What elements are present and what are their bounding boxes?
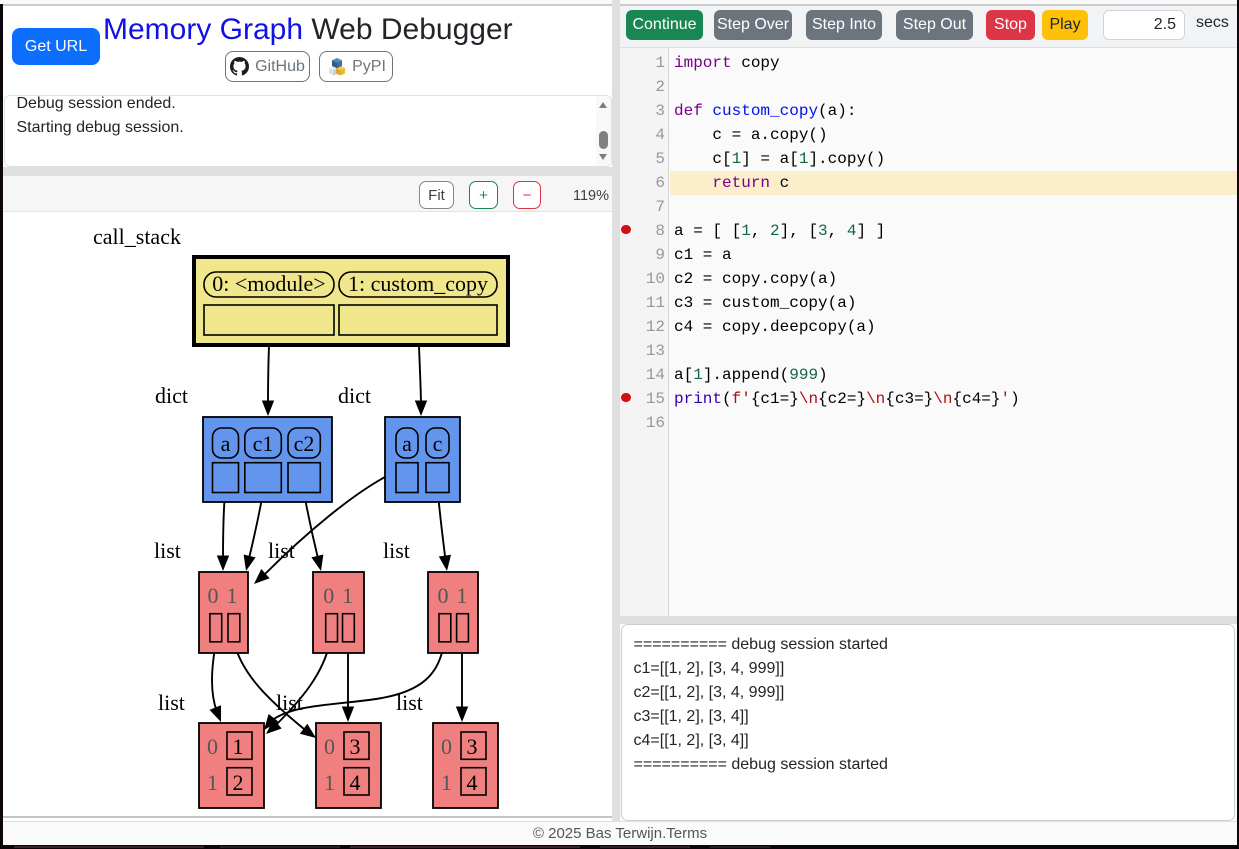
svg-text:1: 1	[207, 770, 218, 795]
svg-text:0: 0	[441, 734, 452, 759]
svg-text:1: custom_copy: 1: custom_copy	[348, 271, 488, 296]
svg-text:dict: dict	[155, 383, 188, 408]
svg-text:list: list	[276, 690, 303, 715]
svg-text:1: 1	[441, 770, 452, 795]
svg-text:1: 1	[457, 583, 468, 608]
svg-text:list: list	[383, 538, 410, 563]
svg-text:dict: dict	[338, 383, 371, 408]
svg-text:1: 1	[324, 770, 335, 795]
svg-text:c2: c2	[294, 431, 315, 456]
svg-text:0: <module>: 0: <module>	[212, 271, 325, 296]
svg-text:1: 1	[227, 583, 238, 608]
svg-text:a: a	[402, 431, 412, 456]
svg-text:list: list	[396, 690, 423, 715]
svg-text:4: 4	[350, 770, 361, 795]
svg-text:1: 1	[342, 583, 353, 608]
svg-text:0: 0	[207, 734, 218, 759]
svg-text:0: 0	[208, 583, 219, 608]
svg-text:0: 0	[324, 734, 335, 759]
svg-text:list: list	[158, 690, 185, 715]
svg-text:c: c	[433, 431, 443, 456]
svg-text:call_stack: call_stack	[93, 224, 181, 249]
svg-text:c1: c1	[253, 431, 274, 456]
svg-text:3: 3	[350, 734, 361, 759]
svg-text:0: 0	[323, 583, 334, 608]
svg-text:2: 2	[233, 770, 244, 795]
svg-text:3: 3	[467, 734, 478, 759]
svg-text:1: 1	[233, 734, 244, 759]
svg-text:list: list	[268, 538, 295, 563]
svg-text:list: list	[154, 538, 181, 563]
svg-text:0: 0	[438, 583, 449, 608]
svg-text:a: a	[221, 431, 231, 456]
svg-text:4: 4	[467, 770, 478, 795]
